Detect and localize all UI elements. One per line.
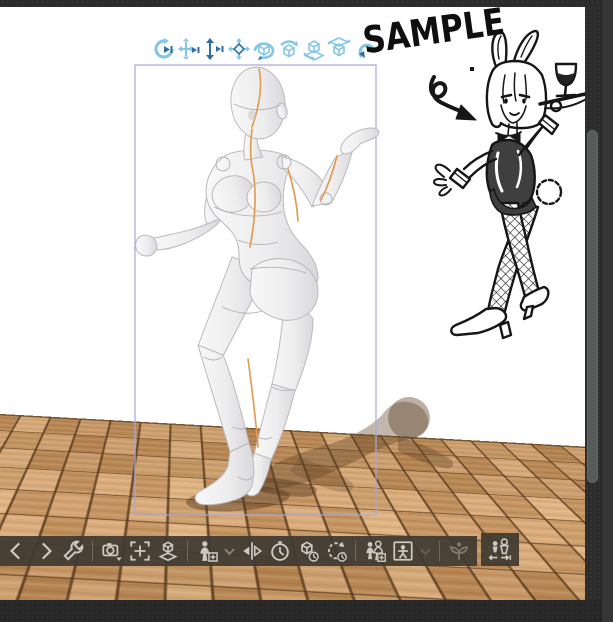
pose-in-frame-button[interactable] [391, 539, 415, 563]
zoom-camera-icon[interactable] [202, 37, 226, 61]
rotate-object-icon[interactable] [252, 37, 276, 61]
right-frame-bar [601, 0, 613, 622]
object-launcher-toolbar [152, 37, 380, 61]
bottom-frame-bar [0, 600, 613, 622]
move-object-icon[interactable] [227, 37, 251, 61]
add-people-button[interactable] [363, 539, 387, 563]
camera-angle-button[interactable] [100, 539, 124, 563]
pose-mannequin[interactable] [135, 64, 380, 506]
scene-layer [134, 29, 585, 516]
toolbar-divider [439, 541, 440, 561]
pose-in-frame-dropdown[interactable] [419, 539, 432, 563]
toolbar-divider [92, 541, 93, 561]
scrollbar-thumb[interactable] [587, 130, 598, 483]
edit-mesh-button[interactable] [447, 539, 471, 563]
next-button[interactable] [33, 539, 57, 563]
add-figure-button[interactable] [195, 539, 219, 563]
ground-object-button[interactable] [156, 539, 180, 563]
bunny-sketch [429, 29, 585, 340]
add-figure-dropdown[interactable] [223, 539, 236, 563]
3d-viewport[interactable]: SAMPLE [0, 7, 585, 600]
reset-pose-timer-button[interactable] [268, 539, 292, 563]
reset-rotation-button[interactable] [324, 539, 348, 563]
fit-to-view-button[interactable] [128, 539, 152, 563]
toolbar-divider [355, 541, 356, 561]
rotate-camera-icon[interactable] [152, 37, 176, 61]
rotate-object-plane-icon[interactable] [302, 37, 326, 61]
object-toolbar [0, 536, 499, 566]
adjust-body-shape-button[interactable] [481, 533, 519, 566]
reset-object-pose-button[interactable] [296, 539, 320, 563]
toolbar-divider [187, 541, 188, 561]
rotate-object-axis-icon[interactable] [277, 37, 301, 61]
mirror-pose-button[interactable] [240, 539, 264, 563]
move-object-plane-icon[interactable] [327, 37, 351, 61]
previous-button[interactable] [5, 539, 29, 563]
pan-camera-icon[interactable] [177, 37, 201, 61]
app-window: SAMPLE [0, 0, 613, 622]
top-frame-bar [0, 0, 613, 7]
scrollbar-track[interactable] [585, 7, 601, 600]
settings-wrench-button[interactable] [61, 539, 85, 563]
adjust-body-shape-icon [488, 537, 512, 560]
